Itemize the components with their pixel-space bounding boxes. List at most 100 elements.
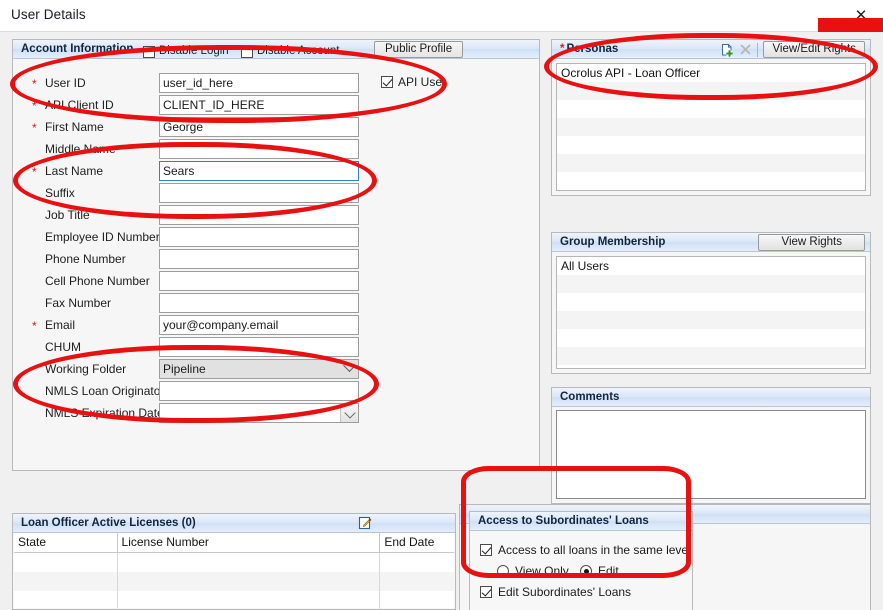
edit-radio-dot [580,565,592,577]
personas-list-item[interactable]: Ocrolus API - Loan Officer [557,64,865,82]
add-document-icon[interactable] [720,43,734,57]
field-row: NMLS Expiration Date [13,403,539,425]
api-client-id-input[interactable] [159,95,359,115]
disable-account-label: Disable Account [257,45,340,57]
view-edit-rights-button[interactable]: View/Edit Rights [763,41,865,58]
user-id-input[interactable] [159,73,359,93]
chevron-down-icon[interactable] [340,404,358,422]
field-label: Employee ID Number [45,230,160,244]
table-cell [118,572,381,591]
edit-radio[interactable]: Edit [580,564,619,578]
working-folder-value: Pipeline [163,362,206,376]
field-label: Phone Number [45,252,126,266]
field-row: NMLS Loan Originator ID [13,381,539,403]
field-row: Job Title [13,205,539,227]
personas-header: * Personas View/Edit Rights [552,40,870,59]
field-label: User ID [45,76,86,90]
job-title-input[interactable] [159,205,359,225]
table-row[interactable] [14,591,454,610]
personas-required-star: * [560,43,565,55]
personas-list-item-empty[interactable] [557,172,865,190]
personas-list-item-empty[interactable] [557,118,865,136]
field-row: CHUM [13,337,539,359]
required-star: * [32,165,37,179]
disable-account-box [241,45,253,58]
working-folder-combobox[interactable]: Pipeline [159,359,359,379]
group-membership-list[interactable]: All Users [556,256,866,369]
access-all-loans-label: Access to all loans in the same level [498,543,691,557]
middle-name-input[interactable] [159,139,359,159]
group-membership-list-item-empty[interactable] [557,293,865,311]
group-membership-list-item-empty[interactable] [557,311,865,329]
nmls-expiration-date-combobox[interactable] [159,403,359,423]
required-star: * [32,121,37,135]
public-profile-button[interactable]: Public Profile [374,41,464,58]
account-information-group: Account Information Disable Login Disabl… [12,39,540,471]
field-row: Cell Phone Number [13,271,539,293]
table-cell [14,553,118,572]
edit-label: Edit [598,564,619,578]
remove-x-icon[interactable] [739,43,752,56]
field-label: NMLS Expiration Date [45,406,164,420]
edit-subordinates-loans-checkbox[interactable]: Edit Subordinates' Loans [480,585,631,599]
personas-list-item-empty[interactable] [557,190,865,191]
personas-list-item-empty[interactable] [557,154,865,172]
chum-input[interactable] [159,337,359,357]
personas-list-item-empty[interactable] [557,100,865,118]
last-name-input[interactable] [159,161,359,181]
first-name-input[interactable] [159,117,359,137]
fax-number-input[interactable] [159,293,359,313]
nmls-loan-originator-id-input[interactable] [159,381,359,401]
group-membership-list-item[interactable]: All Users [557,257,865,275]
field-row: * API Client ID [13,95,539,117]
table-cell [380,591,454,610]
comments-textarea[interactable] [556,410,866,499]
field-row: * Email [13,315,539,337]
employee-id-number-input[interactable] [159,227,359,247]
required-star: * [32,99,37,113]
table-cell [14,591,118,610]
field-label: Email [45,318,76,332]
personas-list[interactable]: Ocrolus API - Loan Officer [556,63,866,191]
access-all-loans-checkbox[interactable]: Access to all loans in the same level [480,543,691,557]
disable-login-checkbox[interactable]: Disable Login [143,42,229,58]
table-cell [118,553,381,572]
column-license-number: License Number [118,533,381,552]
field-row: Suffix [13,183,539,205]
loan-officer-licenses-title: Loan Officer Active Licenses (0) [21,517,196,529]
suffix-input[interactable] [159,183,359,203]
chevron-down-icon[interactable] [343,359,356,373]
field-label: Fax Number [45,296,112,310]
comments-header: Comments [552,388,870,407]
field-label: Last Name [45,164,104,178]
email-input[interactable] [159,315,359,335]
view-only-radio[interactable]: View Only [497,564,569,578]
field-row: Phone Number [13,249,539,271]
disable-account-checkbox[interactable]: Disable Account [241,42,340,58]
table-row[interactable] [14,572,454,591]
required-star: * [32,319,37,333]
view-rights-button[interactable]: View Rights [758,234,865,251]
window-title: User Details [11,7,86,22]
licenses-grid[interactable]: State License Number End Date [14,533,454,610]
loan-officer-licenses-group: Loan Officer Active Licenses (0) State L… [12,513,456,610]
column-end-date: End Date [384,535,435,549]
table-cell [380,553,454,572]
group-membership-list-item-empty[interactable] [557,329,865,347]
group-membership-header: Group Membership View Rights [552,233,870,252]
group-membership-list-item-empty[interactable] [557,275,865,293]
field-row: Middle Name [13,139,539,161]
table-cell [14,572,118,591]
cell-phone-number-input[interactable] [159,271,359,291]
group-membership-list-item-empty[interactable] [557,347,865,365]
field-label: API Client ID [45,98,114,112]
phone-number-input[interactable] [159,249,359,269]
close-icon[interactable]: ✕ [839,0,883,30]
edit-pencil-icon[interactable] [358,516,372,530]
group-membership-list-item-empty[interactable] [557,365,865,368]
personas-list-item-empty[interactable] [557,82,865,100]
personas-list-item-empty[interactable] [557,136,865,154]
client-area: Account Information Disable Login Disabl… [0,31,883,610]
toolbar-separator [757,42,759,57]
table-row[interactable] [14,553,454,572]
